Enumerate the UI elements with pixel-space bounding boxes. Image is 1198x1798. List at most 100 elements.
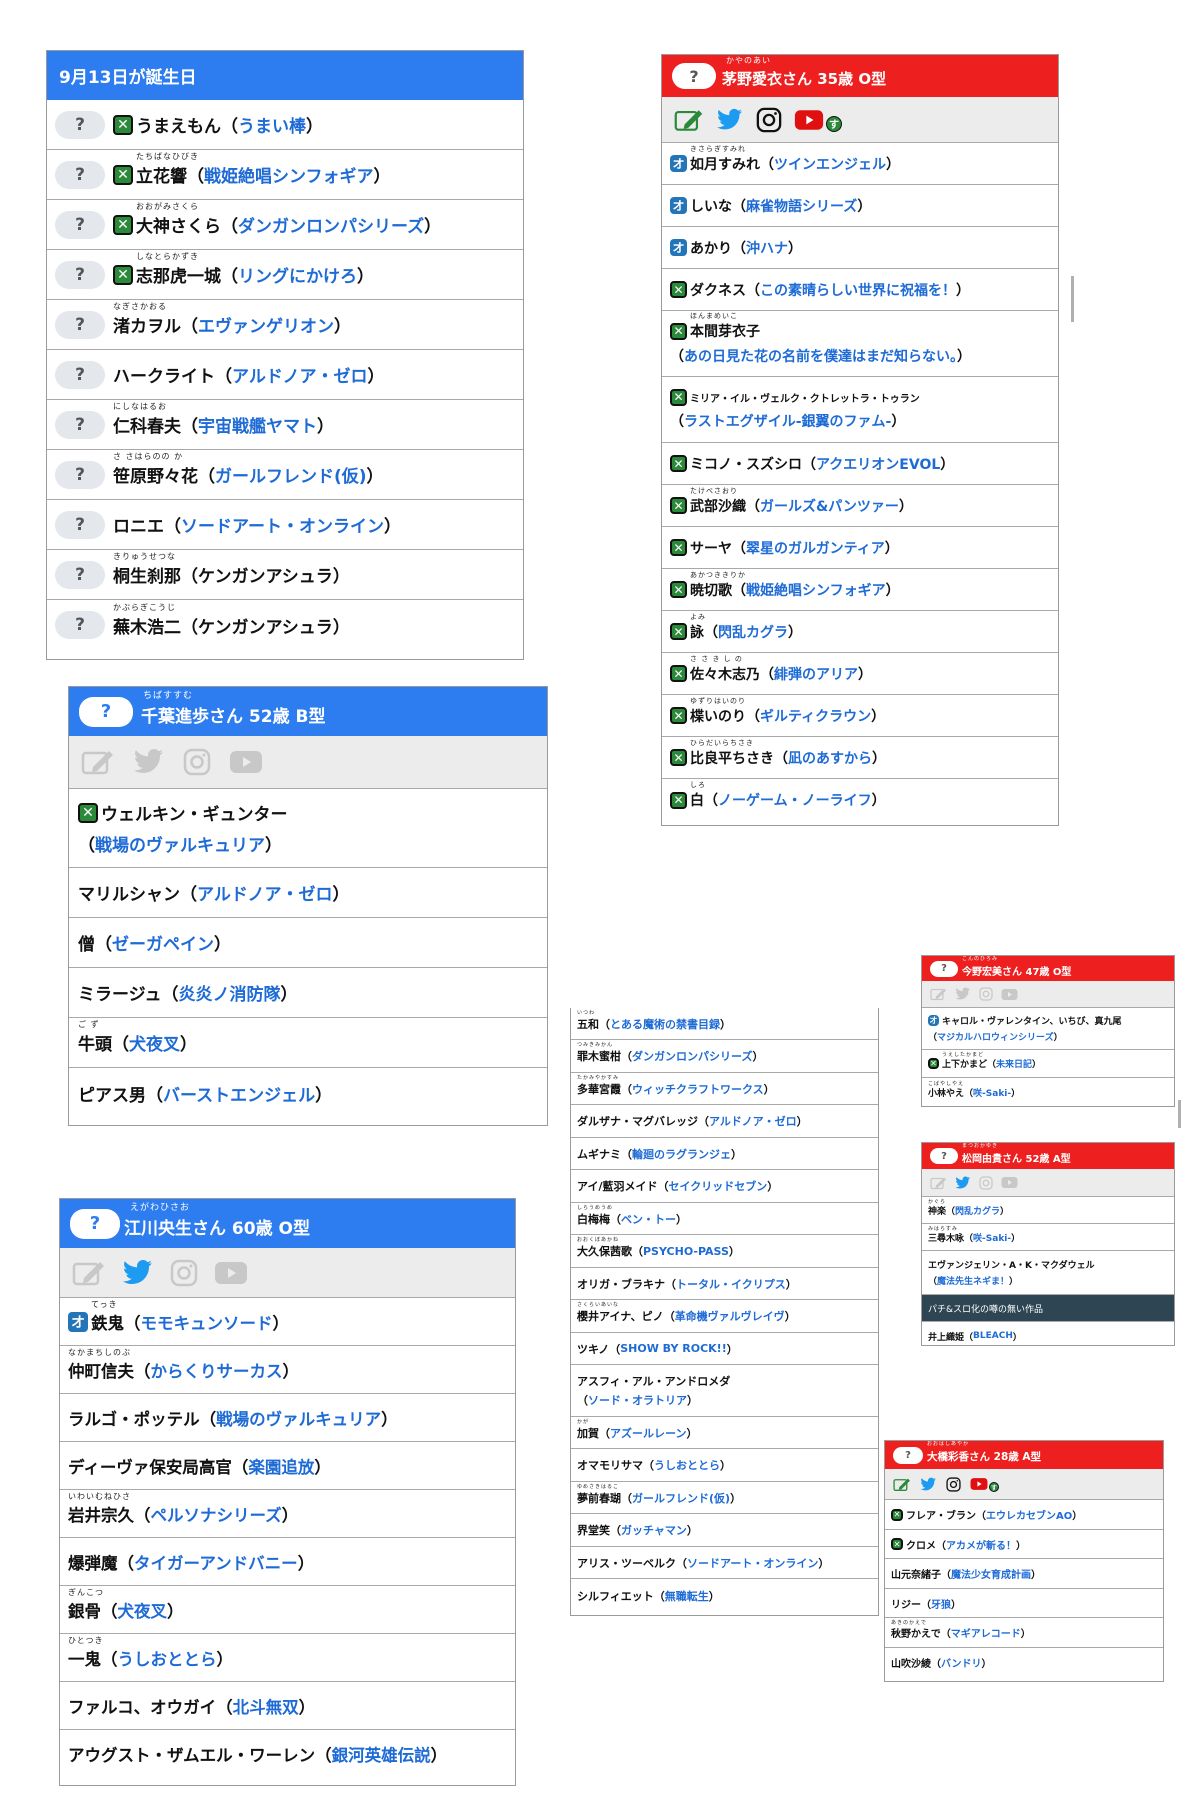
role-row[interactable]: ピアス男（バーストエンジェル） [69, 1068, 547, 1118]
role-row[interactable]: さくらいあいな 櫻井アイナ、ピノ（革命機ヴァルヴレイヴ） [571, 1300, 878, 1333]
work-link[interactable]: 咲-Saki- [973, 1231, 1011, 1244]
work-link[interactable]: あの日見た花の名前を僕達はまだ知らない。 [684, 349, 957, 365]
egawa-help-button[interactable]: ? [70, 1208, 120, 1239]
work-link[interactable]: うまい棒 [238, 112, 306, 137]
help-button[interactable]: ? [55, 510, 105, 539]
role-row[interactable]: ✕ ミコノ・スズシロ（アクエリオンEVOL） [662, 443, 1058, 485]
role-row[interactable]: ? ロニエ（ソードアート・オンライン） [47, 500, 523, 550]
work-link[interactable]: バンドリ [941, 1655, 982, 1670]
su-icon[interactable]: す [989, 1482, 999, 1492]
role-row[interactable]: ラルゴ・ポッテル（戦場のヴァルキュリア） [60, 1394, 515, 1442]
work-link[interactable]: 閃乱カグラ [955, 1204, 1000, 1217]
work-link[interactable]: ラストエグザイル-銀翼のファム- [684, 414, 891, 430]
role-row[interactable]: ✕ よみ詠（閃乱カグラ） [662, 611, 1058, 653]
work-link[interactable]: 魔法先生ネギま！ [937, 1277, 1009, 1287]
work-link[interactable]: 犬夜叉 [118, 1598, 168, 1622]
work-link[interactable]: トータル・イクリプス [676, 1276, 786, 1292]
work-link[interactable]: 戦姫絶唱シンフォギア [746, 580, 886, 600]
work-link[interactable]: PSYCHO-PASS [643, 1245, 729, 1258]
role-row[interactable]: ゆめさきはるこ 夢前春瑚（ガールフレンド(仮)） [571, 1482, 878, 1514]
twitter-icon[interactable] [133, 748, 165, 776]
role-row[interactable]: いわいむねひさ 岩井宗久（ペルソナシリーズ） [60, 1490, 515, 1538]
scrollbar-thumb[interactable] [1178, 1100, 1181, 1128]
work-link[interactable]: ベン・トー [621, 1211, 676, 1227]
role-row[interactable]: 山吹沙綾（バンドリ） [885, 1648, 1163, 1677]
work-link[interactable]: エウレカセブンAO [986, 1507, 1072, 1522]
youtube-icon[interactable] [1001, 988, 1018, 1001]
role-row[interactable]: ✕ ウェルキン・ギュンター （戦場のヴァルキュリア） [69, 789, 547, 868]
work-link[interactable]: ケンガンアシュラ [198, 613, 333, 638]
role-row[interactable]: ダルザナ・マグバレッジ（アルドノア・ゼロ） [571, 1105, 878, 1138]
chiba-help-button[interactable]: ? [79, 696, 133, 727]
work-link[interactable]: 翠星のガルガンティア [746, 538, 885, 558]
youtube-icon[interactable] [1001, 1176, 1018, 1189]
role-row[interactable]: ファルコ、オウガイ（北斗無双） [60, 1682, 515, 1730]
role-row[interactable]: ✕ ゆずりはいのり 楪いのり（ギルティクラウン） [662, 695, 1058, 737]
role-row[interactable]: ムギナミ（輪廻のラグランジェ） [571, 1138, 878, 1170]
work-link[interactable]: 未来日記 [996, 1057, 1032, 1070]
role-row[interactable]: いつわ 五和（とある魔術の禁書目録） [571, 1008, 878, 1040]
work-link[interactable]: SHOW BY ROCK!! [620, 1342, 726, 1355]
role-row[interactable]: シルフィエット（無職転生） [571, 1579, 878, 1612]
twitter-icon[interactable] [955, 987, 971, 1001]
work-link[interactable]: 牙狼 [931, 1596, 951, 1611]
help-button[interactable]: ? [55, 460, 105, 489]
work-link[interactable]: ケンガンアシュラ [198, 562, 333, 587]
role-row[interactable]: かが 加賀（アズールレーン） [571, 1417, 878, 1449]
role-row[interactable]: なかまちしのぶ 仲町信夫（からくりサーカス） [60, 1346, 515, 1394]
work-link[interactable]: モモキュンソード [141, 1310, 273, 1334]
role-row[interactable]: ✕ ダクネス（この素晴らしい世界に祝福を！） [662, 269, 1058, 311]
role-row[interactable]: ? ✕ たちばなひびき 立花響（戦姫絶唱シンフォギア） [47, 150, 523, 200]
role-row[interactable]: アリス・ツーベルク（ソードアート・オンライン） [571, 1547, 878, 1579]
role-row[interactable]: ✕ しろ白（ノーゲーム・ノーライフ） [662, 779, 1058, 821]
help-button[interactable]: ? [55, 360, 105, 389]
youtube-icon[interactable] [229, 749, 263, 775]
role-row[interactable]: オてっき 鉄鬼（モモキュンソード） [60, 1298, 515, 1346]
work-link[interactable]: 宇宙戦艦ヤマト [198, 412, 317, 437]
work-link[interactable]: 戦場のヴァルキュリア [95, 836, 265, 856]
edit-icon[interactable] [81, 748, 115, 776]
role-row[interactable]: 僧（ゼーガペイン） [69, 918, 547, 968]
ohashi-help-button[interactable]: ? [893, 1446, 923, 1464]
role-row[interactable]: ? なぎさかおる 渚カヲル（エヴァンゲリオン） [47, 300, 523, 350]
work-link[interactable]: ガールズ&パンツァー [760, 496, 899, 516]
role-row[interactable]: ✕ サーヤ（翠星のガルガンティア） [662, 527, 1058, 569]
edit-icon[interactable] [893, 1477, 911, 1492]
work-link[interactable]: ギルティクラウン [760, 706, 871, 726]
role-row[interactable]: あきのかえで 秋野かえで（マギアレコード） [885, 1618, 1163, 1648]
role-row[interactable]: 爆弾魔（タイガーアンドバニー） [60, 1538, 515, 1586]
role-row[interactable]: ディーヴァ保安局高官（楽園追放） [60, 1442, 515, 1490]
instagram-icon[interactable] [946, 1476, 961, 1492]
role-row[interactable]: アスフィ・アル・アンドロメダ （ソード・オラトリア） [571, 1365, 878, 1417]
youtube-icon[interactable] [794, 108, 824, 132]
role-row[interactable]: ? かぶらぎこうじ 蕪木浩二（ケンガンアシュラ） [47, 600, 523, 650]
work-link[interactable]: ノーゲーム・ノーライフ [718, 790, 872, 810]
role-row[interactable]: マリルシャン（アルドノア・ゼロ） [69, 868, 547, 918]
work-link[interactable]: 麻雀物語シリーズ [746, 196, 857, 216]
instagram-icon[interactable] [183, 748, 211, 776]
work-link[interactable]: アルドノア・ゼロ [709, 1113, 797, 1129]
role-row[interactable]: みはらすみ 三尋木咏（咲-Saki-） [922, 1224, 1174, 1251]
help-button[interactable]: ? [55, 210, 105, 239]
role-row[interactable]: ✕ ほんまめいこ 本間芽衣子 （あの日見た花の名前を僕達はまだ知らない。） [662, 311, 1058, 377]
work-link[interactable]: 楽園追放 [248, 1454, 314, 1478]
role-row[interactable]: ? ✕ しなとらかずき 志那虎一城（リングにかけろ） [47, 250, 523, 300]
role-row[interactable]: ? にしなはるお 仁科春夫（宇宙戦艦ヤマト） [47, 400, 523, 450]
konno-help-button[interactable]: ? [930, 960, 958, 977]
work-link[interactable]: 戦姫絶唱シンフォギア [204, 162, 374, 187]
role-row[interactable]: かぐら 神楽（閃乱カグラ） [922, 1197, 1174, 1224]
role-row[interactable]: ✕ ひらだいらちさき 比良平ちさき（凪のあすから） [662, 737, 1058, 779]
role-row[interactable]: ぎんこつ 銀骨（犬夜叉） [60, 1586, 515, 1634]
work-link[interactable]: アルドノア・ゼロ [232, 362, 368, 387]
role-row[interactable]: ひとつき 一鬼（うしおととら） [60, 1634, 515, 1682]
role-row[interactable]: つみきみかん 罪木蜜柑（ダンガンロンパシリーズ） [571, 1040, 878, 1073]
kayano-help-button[interactable]: ? [672, 63, 716, 89]
help-button[interactable]: ? [55, 110, 105, 139]
role-row[interactable]: ? ✕ うまえもん（うまい棒） [47, 100, 523, 150]
role-row[interactable]: 山元奈緒子（魔法少女育成計画） [885, 1559, 1163, 1589]
twitter-icon[interactable] [955, 1176, 971, 1190]
role-row[interactable]: リジー（牙狼） [885, 1589, 1163, 1618]
work-link[interactable]: バーストエンジェル [163, 1081, 315, 1106]
help-button[interactable]: ? [55, 160, 105, 189]
work-link[interactable]: マギアレコード [951, 1625, 1021, 1640]
